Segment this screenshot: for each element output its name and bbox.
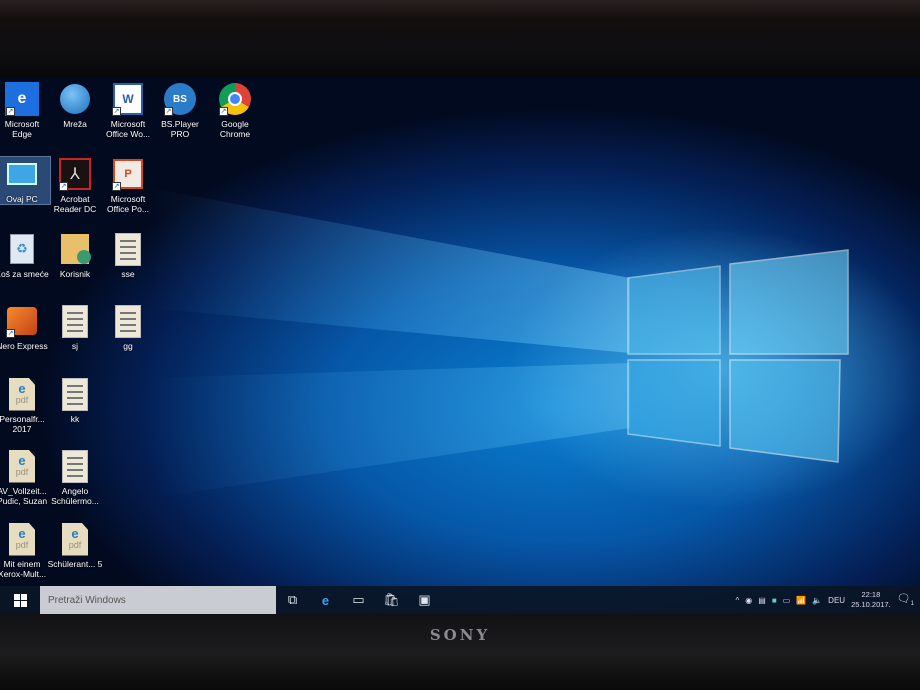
document-icon [58, 304, 92, 338]
pdf-icon: e pdf [5, 449, 39, 483]
laptop-bezel-top [0, 0, 920, 80]
taskbar: Pretraži Windows ⧉ e ▭ 🛍 ▣ ^ ◉ ▤ ■ ▭ 📶 🔈… [0, 586, 920, 614]
battery-icon[interactable]: ▭ [783, 596, 791, 605]
shortcut-arrow-icon: ↗ [219, 107, 228, 116]
desktop-icon-label: gg [123, 341, 133, 351]
this-pc-icon [5, 157, 39, 191]
desktop-icon[interactable]: e ↗ Microsoft Edge [0, 82, 50, 139]
desktop-icon-label: Angelo Schülermo... [51, 486, 99, 506]
desktop-icon-label: Acrobat Reader DC [53, 194, 97, 214]
desktop-icon[interactable]: sse [100, 232, 156, 279]
desktop-icon[interactable]: kk [47, 377, 103, 424]
task-view-button[interactable]: ⧉ [276, 586, 309, 614]
start-button[interactable] [0, 586, 40, 614]
pdf-icon: e pdf [5, 377, 39, 411]
clock-time: 22:18 [861, 590, 881, 599]
desktop-icon[interactable]: sj [47, 304, 103, 351]
shortcut-arrow-icon: ↗ [6, 329, 15, 338]
desktop-icon-label: Microsoft Office Wo... [105, 119, 151, 139]
powerpoint-icon: P ↗ [111, 157, 145, 191]
desktop-icon[interactable]: Korisnik [47, 232, 103, 279]
desktop-icon-label: Koš za smeće [0, 269, 49, 279]
nero-icon: ↗ [5, 304, 39, 338]
acrobat-icon: ⅄ ↗ [58, 157, 92, 191]
user-folder-icon [58, 232, 92, 266]
edge-icon: e [321, 592, 330, 608]
taskbar-app-button[interactable]: ▣ [408, 586, 441, 614]
search-placeholder: Pretraži Windows [48, 594, 126, 606]
chevron-up-icon[interactable]: ^ [736, 596, 740, 605]
pdf-icon: e pdf [58, 522, 92, 556]
desktop-icon[interactable]: P ↗ Microsoft Office Po... [100, 157, 156, 214]
desktop-icon-label: sse [121, 269, 135, 279]
desktop-icon-label: Ovaj PC [6, 194, 38, 204]
tray-app-icon[interactable]: ■ [772, 596, 777, 605]
desktop-icon-label: BS.Player PRO [161, 119, 199, 139]
desktop-icon[interactable]: e pdf Mit einem Xerox-Mult... [0, 522, 50, 579]
language-indicator[interactable]: DEU [828, 596, 845, 605]
desktop-icon-label: Google Chrome [219, 119, 251, 139]
desktop-icon-label: Microsoft Edge [4, 119, 40, 139]
desktop-icon[interactable]: Angelo Schülermo... [47, 449, 103, 506]
desktop-icon[interactable]: Mreža [47, 82, 103, 129]
desktop-icon[interactable]: Ovaj PC [0, 156, 51, 205]
search-box[interactable]: Pretraži Windows [40, 586, 276, 614]
desktop-icon[interactable]: e pdf Schülerant... 5 [47, 522, 103, 569]
system-tray: ^ ◉ ▤ ■ ▭ 📶 🔈 DEU 22:18 25.10.2017. 🗨1 [736, 590, 920, 610]
app-icon: ▣ [418, 592, 431, 607]
desktop-icon-label: Mit einem Xerox-Mult... [0, 559, 47, 579]
desktop-icon[interactable]: W ↗ Microsoft Office Wo... [100, 82, 156, 139]
taskbar-store-button[interactable]: 🛍 [375, 586, 408, 614]
volume-icon[interactable]: 🔈 [812, 596, 822, 605]
document-icon [58, 449, 92, 483]
desktop-icon[interactable]: e pdf Personalfr... 2017 [0, 377, 50, 434]
shortcut-arrow-icon: ↗ [59, 182, 68, 191]
desktop-icon-label: Mreža [63, 119, 87, 129]
tray-app-icon[interactable]: ▤ [758, 596, 766, 605]
desktop-icon[interactable]: BS ↗ BS.Player PRO [152, 82, 208, 139]
desktop-icon-label: Microsoft Office Po... [107, 194, 149, 214]
brand-logo: SONY [429, 626, 491, 644]
desktop-icon[interactable]: ♻ Koš za smeće [0, 232, 50, 279]
desktop-icon-label: Personalfr... 2017 [0, 414, 45, 434]
windows-logo-icon [13, 593, 27, 607]
clock-date: 25.10.2017. [851, 600, 891, 609]
desktop-icon[interactable]: ⅄ ↗ Acrobat Reader DC [47, 157, 103, 214]
desktop-icon[interactable]: ↗ Nero Express [0, 304, 50, 351]
pdf-icon: e pdf [5, 522, 39, 556]
desktop-icon-label: Korisnik [59, 269, 91, 279]
task-view-icon: ⧉ [287, 592, 298, 607]
desktop-icon-label: AV_Vollzeit... Pudic, Suzan [0, 486, 48, 506]
document-icon [111, 232, 145, 266]
desktop-icon-label: sj [71, 341, 79, 351]
taskbar-edge-button[interactable]: e [309, 586, 342, 614]
desktop-icon[interactable]: ↗ Google Chrome [207, 82, 263, 139]
edge-icon: e ↗ [5, 82, 39, 116]
desktop-icon-label: kk [70, 414, 80, 424]
desktop-icon[interactable]: gg [100, 304, 156, 351]
chrome-icon: ↗ [218, 82, 252, 116]
shortcut-arrow-icon: ↗ [164, 107, 173, 116]
folder-icon: ▭ [352, 592, 365, 607]
network-icon [58, 82, 92, 116]
clock[interactable]: 22:18 25.10.2017. [851, 590, 891, 610]
wifi-icon[interactable]: 📶 [796, 596, 806, 605]
shortcut-arrow-icon: ↗ [6, 107, 15, 116]
tray-app-icon[interactable]: ◉ [745, 596, 752, 605]
document-icon [111, 304, 145, 338]
shortcut-arrow-icon: ↗ [112, 182, 121, 191]
desktop-icon-label: Nero Express [0, 341, 48, 351]
desktop-icon[interactable]: e pdf AV_Vollzeit... Pudic, Suzan [0, 449, 50, 506]
store-icon: 🛍 [383, 592, 400, 607]
recycle-bin-icon: ♻ [5, 232, 39, 266]
taskbar-file-explorer-button[interactable]: ▭ [342, 586, 375, 614]
bsplayer-icon: BS ↗ [163, 82, 197, 116]
notification-count: 1 [910, 601, 914, 608]
desktop-icon-label: Schülerant... 5 [47, 559, 103, 569]
document-icon [58, 377, 92, 411]
action-center-icon[interactable]: 🗨1 [897, 592, 914, 607]
shortcut-arrow-icon: ↗ [112, 107, 121, 116]
word-icon: W ↗ [111, 82, 145, 116]
